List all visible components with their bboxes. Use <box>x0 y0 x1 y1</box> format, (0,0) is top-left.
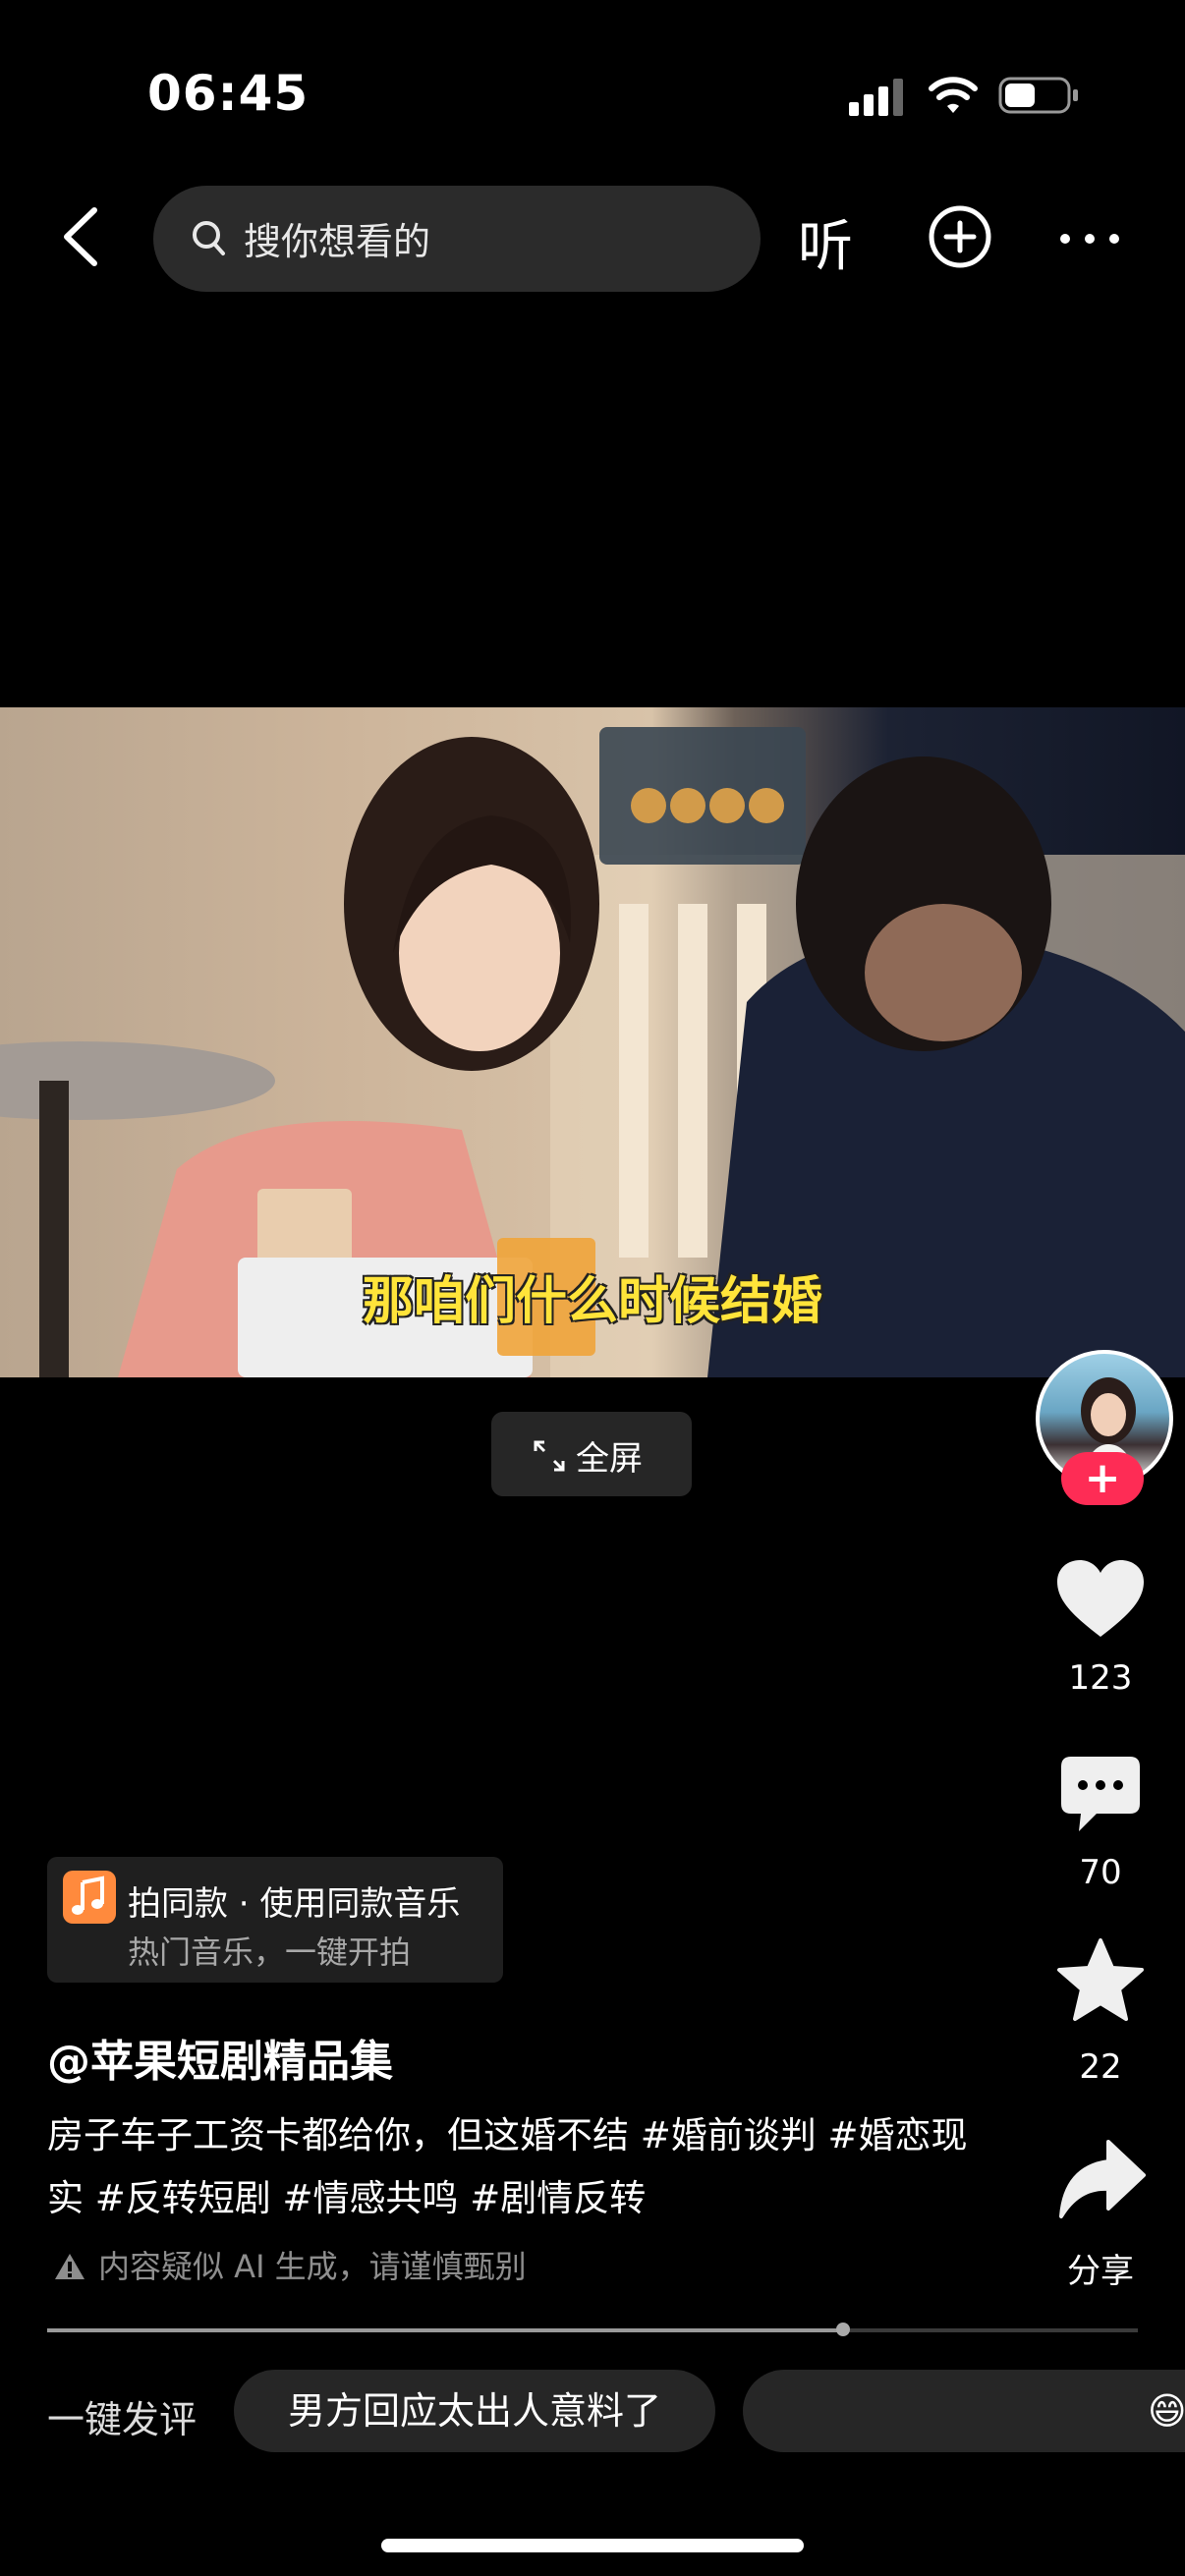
follow-plus: + <box>1084 1453 1121 1503</box>
fullscreen-button[interactable]: 全屏 <box>491 1412 692 1496</box>
follow-button[interactable]: + <box>1061 1452 1144 1505</box>
wifi-icon <box>929 77 978 113</box>
video-player[interactable]: 那咱们什么时候结婚 <box>0 707 1185 1377</box>
progress-fill <box>47 2328 844 2332</box>
music-card-subtitle: 热门音乐，一键开拍 <box>128 1933 412 1971</box>
author-handle[interactable]: @苹果短剧精品集 <box>47 2026 393 2089</box>
post-description: 房子车子工资卡都给你，但这婚不结 #婚前谈判 #婚恋现实 #反转短剧 #情感共鸣… <box>47 2114 968 2219</box>
warning-icon <box>55 2254 85 2279</box>
ai-notice-text: 内容疑似 AI 生成，请谨慎甄别 <box>98 2248 527 2285</box>
home-indicator <box>381 2539 804 2552</box>
fullscreen-label: 全屏 <box>576 1439 643 1479</box>
favorite-count: 22 <box>1079 2047 1122 2087</box>
back-arrow-icon[interactable] <box>59 204 102 269</box>
quick-comment-chip[interactable]: 男方回应太出人意料了 <box>234 2370 715 2452</box>
progress-knob[interactable] <box>836 2323 851 2336</box>
more-options-icon[interactable] <box>1057 224 1122 253</box>
cellular-signal-icon <box>849 79 903 116</box>
quick-comment-chip-blurred[interactable]: 😄 <box>743 2370 1185 2452</box>
heart-icon[interactable] <box>1055 1558 1146 1641</box>
grinning-emoji: 😄 <box>1148 2389 1185 2433</box>
video-subtitle: 那咱们什么时候结婚 <box>362 1272 822 1331</box>
ai-content-notice: 内容疑似 AI 生成，请谨慎甄别 <box>53 2242 527 2287</box>
expand-icon <box>534 1440 565 1472</box>
comment-count: 70 <box>1079 1853 1122 1892</box>
music-card-title: 拍同款 · 使用同款音乐 <box>128 1884 461 1924</box>
share-arrow-icon[interactable] <box>1057 2138 1146 2220</box>
video-progress-bar[interactable] <box>47 2323 1138 2336</box>
search-box[interactable]: 搜你想看的 <box>153 186 761 292</box>
add-circle-icon[interactable] <box>928 204 992 269</box>
battery-icon <box>998 77 1078 114</box>
quick-comment-label: 一键发评 <box>47 2398 198 2441</box>
status-time: 06:45 <box>147 65 310 122</box>
search-placeholder: 搜你想看的 <box>244 220 431 263</box>
star-favorite-icon[interactable] <box>1055 1937 1146 2024</box>
music-note-icon <box>63 1871 116 1924</box>
comment-icon[interactable] <box>1057 1753 1144 1835</box>
search-icon <box>193 221 225 255</box>
use-same-music-card[interactable]: 拍同款 · 使用同款音乐 热门音乐，一键开拍 <box>47 1857 503 1983</box>
listen-button[interactable]: 听 <box>798 202 853 282</box>
like-count: 123 <box>1068 1658 1133 1698</box>
share-label[interactable]: 分享 <box>1042 2244 1159 2292</box>
